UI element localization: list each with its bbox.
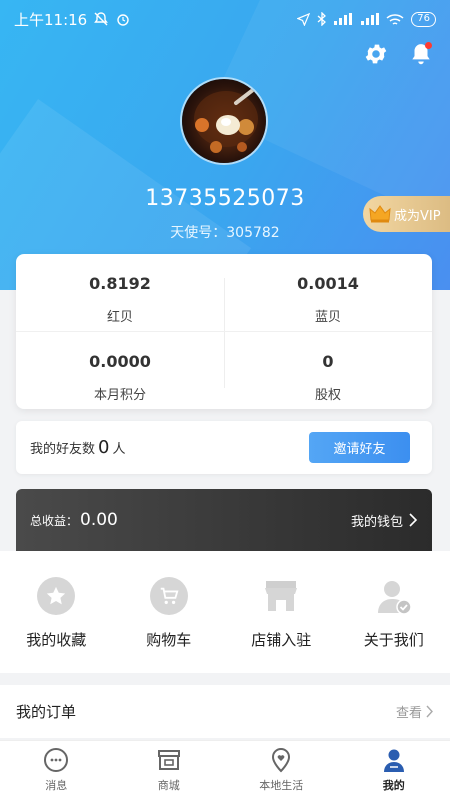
notification-dot: [425, 42, 432, 49]
feature-menu: 我的收藏 购物车 店铺入驻 关于我们: [0, 551, 450, 673]
orders-view-link[interactable]: 查看: [396, 702, 434, 721]
wifi-icon: [386, 13, 404, 25]
income-label: 总收益：: [30, 513, 79, 528]
location-heart-icon: [272, 748, 291, 773]
user-check-icon: [375, 577, 413, 615]
stat-label: 蓝贝: [314, 310, 341, 325]
stat-monthly-points[interactable]: 0.0000 本月积分: [16, 332, 224, 409]
menu-label: 购物车: [146, 631, 192, 649]
tab-label: 我的: [382, 779, 405, 792]
alarm-icon: [117, 14, 129, 26]
status-bar: 上午11:16 76: [0, 0, 450, 38]
friends-label: 我的好友数: [30, 442, 96, 457]
chevron-right-icon: [426, 705, 433, 718]
signal-hd-icon: [361, 13, 380, 25]
bottom-nav: 消息 商城 本地生活 我的: [0, 740, 450, 800]
tab-mall[interactable]: 商城: [113, 741, 226, 800]
menu-label: 关于我们: [363, 631, 424, 649]
crown-icon: [369, 205, 391, 223]
message-icon: [44, 748, 69, 772]
stat-equity[interactable]: 0 股权: [224, 332, 432, 409]
view-label: 查看: [395, 706, 422, 721]
bell-off-icon: [94, 12, 109, 26]
settings-gear-icon[interactable]: [363, 41, 389, 67]
chevron-right-icon: [409, 513, 418, 527]
menu-shop-join[interactable]: 店铺入驻: [225, 551, 338, 673]
stat-value: 0.0014: [297, 274, 359, 293]
tab-label: 消息: [45, 779, 68, 792]
friends-unit: 人: [112, 442, 126, 457]
tab-label: 本地生活: [259, 779, 304, 792]
my-orders-row[interactable]: 我的订单 查看: [0, 685, 450, 738]
status-time: 上午11:16: [14, 10, 88, 29]
wallet-bar[interactable]: 总收益： 0.00 我的钱包: [16, 489, 432, 551]
tab-mine[interactable]: 我的: [338, 741, 450, 800]
avatar[interactable]: [180, 77, 268, 165]
menu-about-us[interactable]: 关于我们: [338, 551, 450, 673]
friends-card: 我的好友数 0 人 邀请好友: [16, 421, 432, 474]
stat-value: 0.0000: [89, 352, 151, 371]
invite-friends-button[interactable]: 邀请好友: [309, 432, 410, 463]
friends-count: 0: [98, 437, 110, 458]
my-wallet-link[interactable]: 我的钱包: [351, 511, 418, 530]
stat-label: 股权: [314, 388, 341, 403]
income-value: 0.00: [80, 510, 118, 530]
stat-blue-shell[interactable]: 0.0014 蓝贝: [224, 254, 432, 331]
battery-indicator: 76: [411, 11, 436, 27]
stat-value: 0.8192: [89, 274, 151, 293]
stat-label: 本月积分: [93, 388, 146, 403]
menu-label: 我的收藏: [26, 631, 87, 649]
become-vip-button[interactable]: 成为VIP: [363, 196, 450, 232]
menu-cart[interactable]: 购物车: [113, 551, 226, 673]
stat-label: 红贝: [106, 310, 133, 325]
shop-icon: [262, 577, 300, 615]
vip-label: 成为VIP: [394, 208, 441, 224]
bluetooth-icon: [317, 12, 327, 26]
cart-icon: [149, 577, 188, 615]
tab-label: 商城: [157, 779, 180, 792]
location-arrow-icon: [297, 12, 311, 26]
tab-messages[interactable]: 消息: [0, 741, 113, 800]
tab-local-life[interactable]: 本地生活: [225, 741, 338, 800]
mall-icon: [157, 750, 180, 770]
signal-icon: [334, 13, 353, 25]
menu-favorites[interactable]: 我的收藏: [0, 551, 113, 673]
stat-red-shell[interactable]: 0.8192 红贝: [16, 254, 224, 331]
my-wallet-label: 我的钱包: [350, 514, 403, 530]
star-icon: [37, 577, 76, 615]
profile-icon: [383, 749, 404, 772]
orders-title: 我的订单: [16, 703, 77, 721]
stat-value: 0: [322, 352, 334, 371]
assets-card: 0.8192 红贝 0.0014 蓝贝 0.0000 本月积分 0 股权: [16, 254, 432, 409]
menu-label: 店铺入驻: [251, 631, 312, 649]
